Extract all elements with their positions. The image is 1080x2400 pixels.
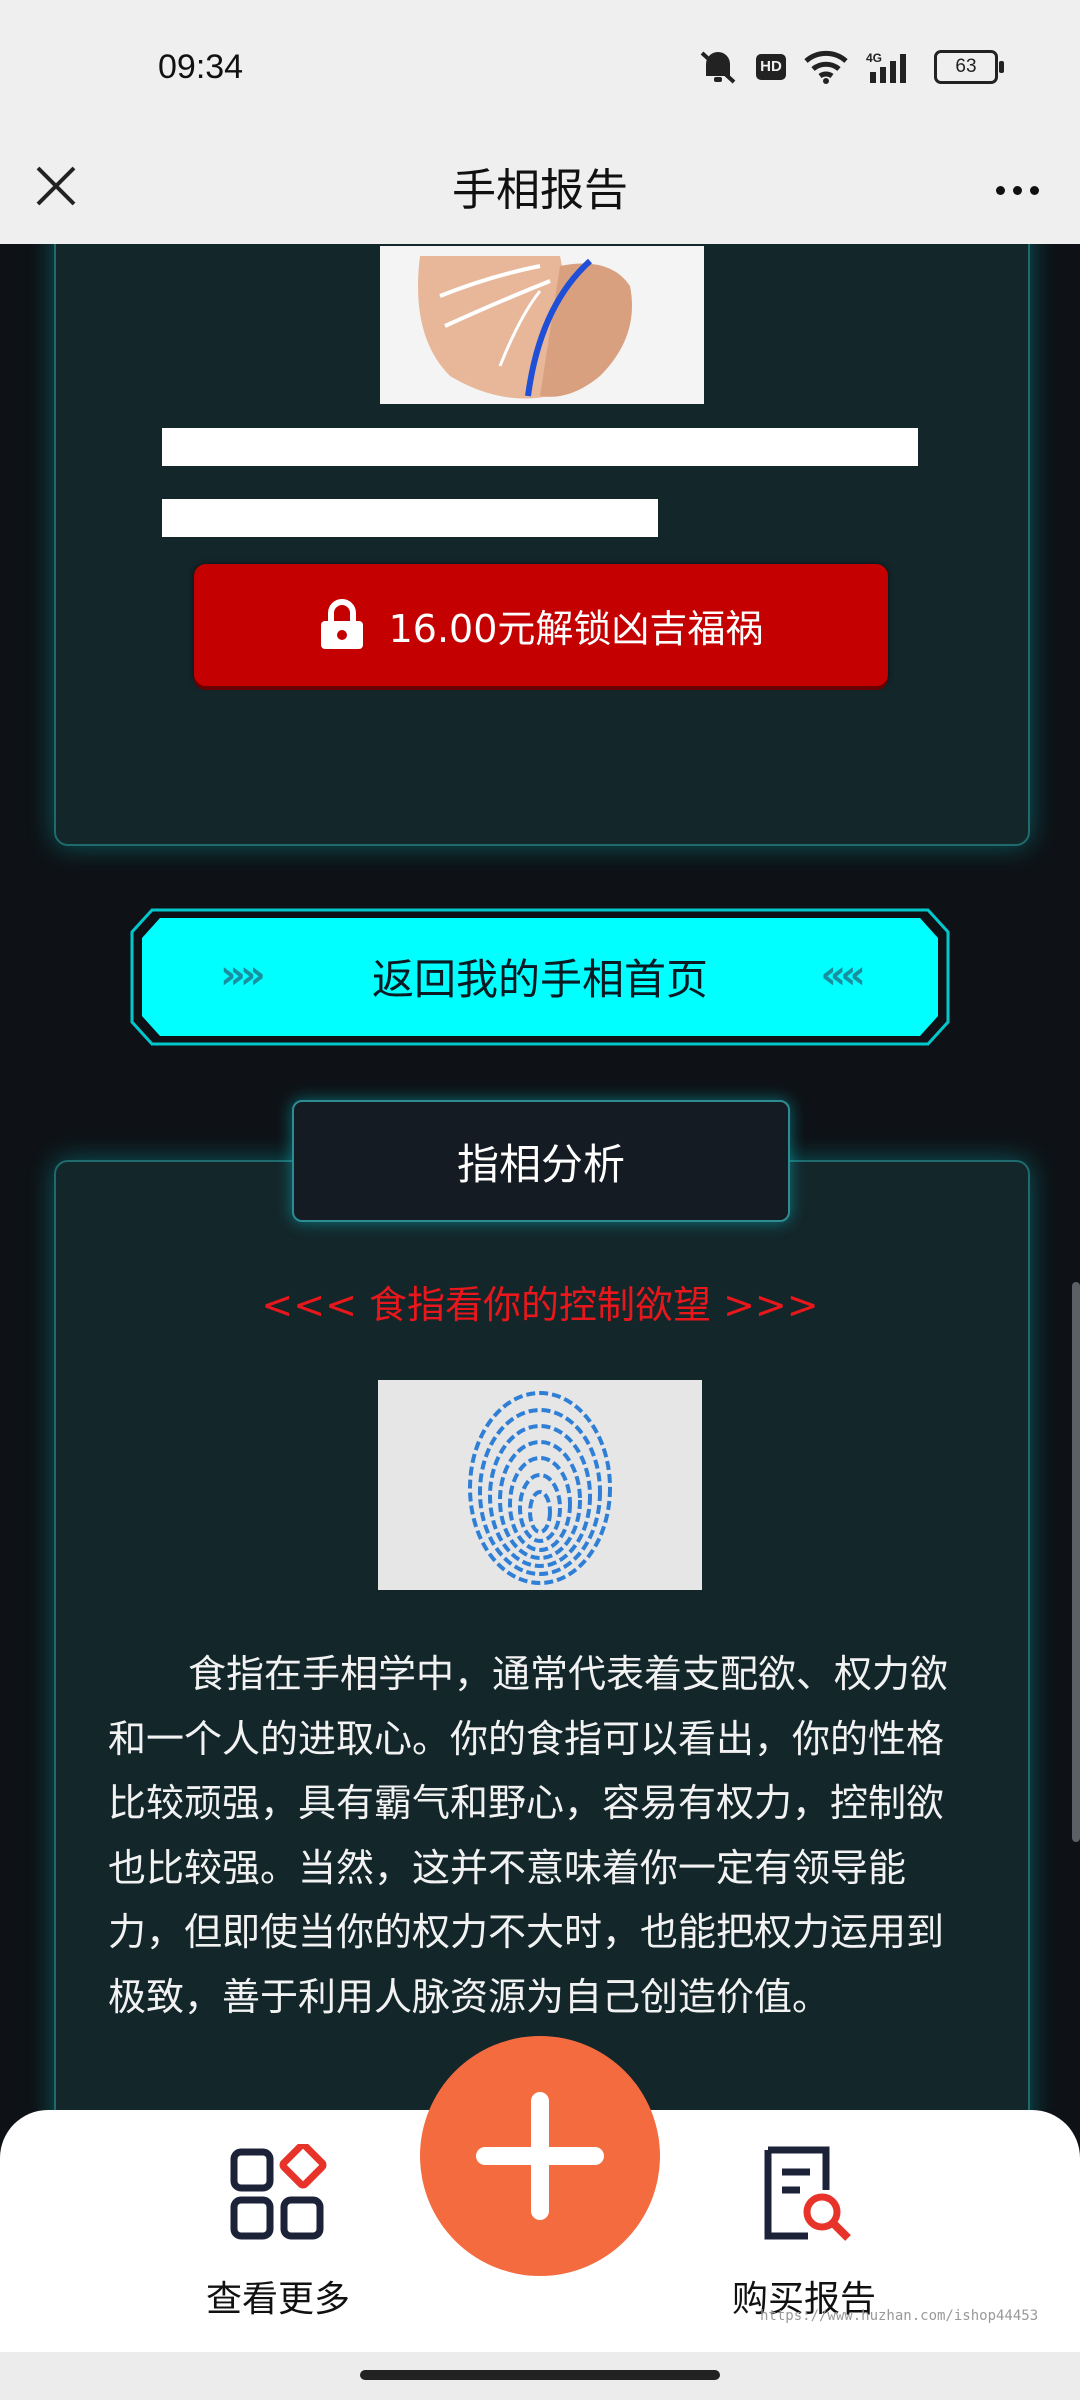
chevron-left-icon: «« [820, 952, 866, 998]
fingerprint-image [378, 1380, 702, 1590]
tab-view-more[interactable]: 查看更多 [148, 2141, 408, 2322]
analysis-paragraph: 食指在手相学中，通常代表着支配欲、权力欲和一个人的进取心。你的食指可以看出，你的… [108, 1652, 949, 2019]
report-content[interactable]: 16.00元解锁凶吉福祸 »» 返回我的手相首页 «« 指相分析 <<< 食指看… [0, 244, 1080, 2110]
locked-text-placeholder [162, 499, 658, 537]
status-icons: HD 4G 63 [698, 50, 1004, 84]
palm-card: 16.00元解锁凶吉福祸 [54, 244, 1030, 846]
wifi-icon [804, 50, 848, 84]
status-time: 09:34 [158, 48, 244, 86]
nav-bar: 手相报告 [0, 140, 1080, 244]
grid-apps-icon [230, 2141, 327, 2240]
signal-icon: 4G [866, 51, 906, 83]
watermark-text: https://www.huzhan.com/ishop44453 [760, 2308, 1039, 2324]
locked-text-placeholder [162, 428, 918, 466]
battery-icon: 63 [934, 50, 1004, 84]
system-gesture-bar [0, 2352, 1080, 2400]
mute-icon [700, 51, 736, 84]
report-search-icon [764, 2146, 851, 2241]
more-options-button[interactable] [982, 170, 1052, 210]
unlock-button[interactable]: 16.00元解锁凶吉福祸 [194, 564, 888, 686]
section-heading: <<< 食指看你的控制欲望 >>> [261, 1283, 819, 1327]
home-indicator[interactable] [360, 2370, 720, 2380]
lock-icon [320, 599, 363, 649]
page-title: 手相报告 [452, 165, 628, 216]
section-tab-finger-analysis: 指相分析 [292, 1100, 790, 1222]
add-button[interactable] [420, 2036, 660, 2276]
unlock-button-label: 16.00元解锁凶吉福祸 [388, 606, 764, 651]
tab-view-more-label: 查看更多 [205, 2279, 350, 2320]
return-home-button[interactable]: »» 返回我的手相首页 «« [130, 908, 950, 1046]
tab-buy-report[interactable]: 购买报告 [674, 2144, 934, 2322]
more-dot [995, 185, 1005, 195]
more-dot [1012, 185, 1022, 195]
palm-image [380, 246, 704, 404]
hd-icon: HD [756, 54, 786, 80]
scrollbar[interactable] [1072, 1282, 1080, 1842]
network-type: 4G [866, 51, 882, 65]
status-bar: 09:34 HD 4G 63 [0, 0, 1080, 140]
more-dot [1029, 185, 1039, 195]
plus-icon [476, 2092, 604, 2220]
